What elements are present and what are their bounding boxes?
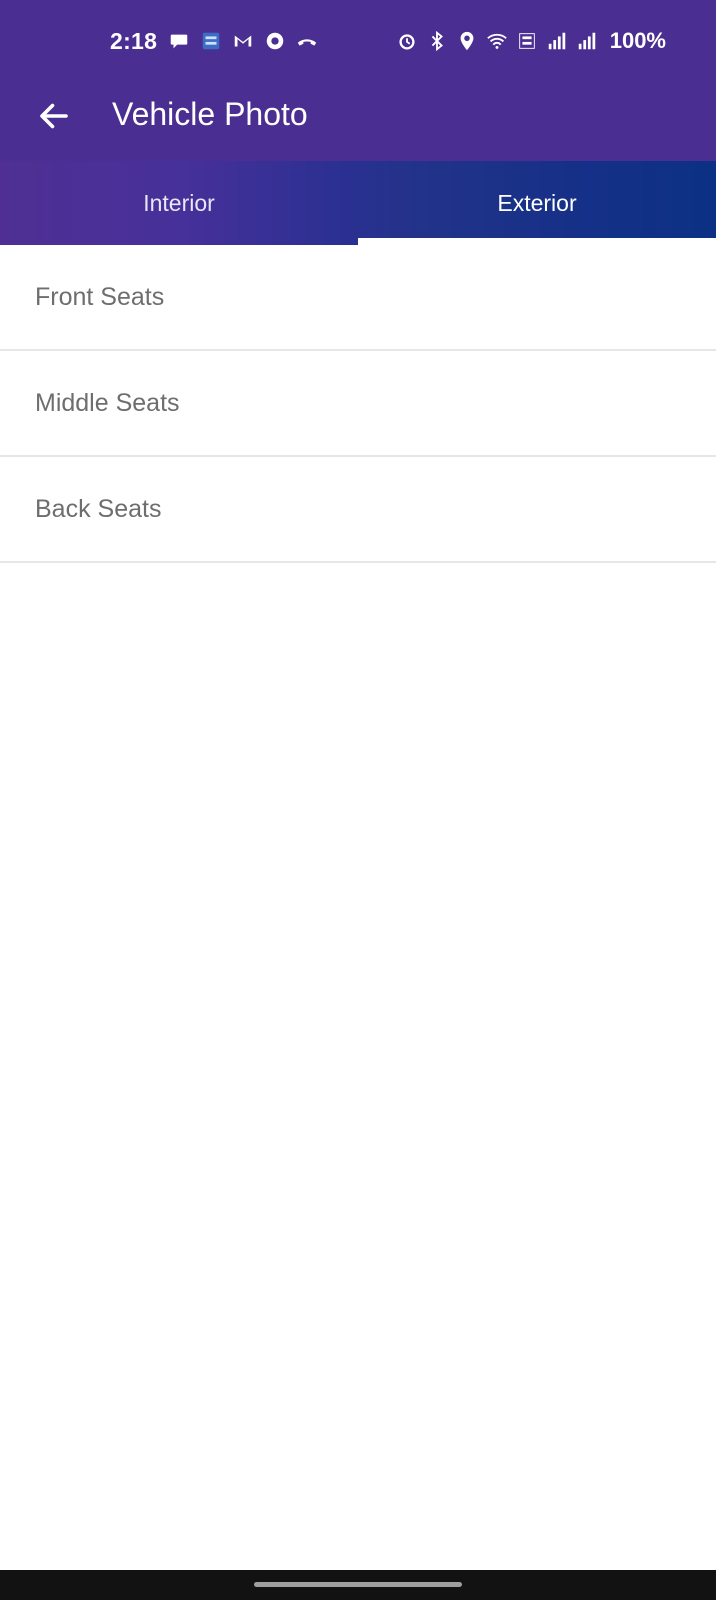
status-time: 2:18 [110, 28, 158, 54]
seat-list: Front Seats Middle Seats Back Seats [0, 245, 716, 563]
notification-icons [168, 30, 318, 52]
phone-screen: 2:18 100% Vehicle Photo Interior Exterio… [0, 0, 716, 1600]
back-arrow-icon [40, 103, 68, 129]
tab-exterior[interactable]: Exterior [358, 161, 716, 245]
app-icon [202, 32, 220, 50]
battery-percentage: 100% [609, 28, 666, 53]
location-icon [460, 31, 474, 51]
system-icons: 100% [396, 28, 666, 54]
alarm-icon [399, 34, 415, 50]
circle-icon [266, 32, 284, 50]
status-bar: 2:18 100% [0, 0, 716, 82]
gmail-icon [234, 35, 252, 47]
list-item-back-seats[interactable]: Back Seats [0, 457, 716, 563]
missed-call-icon [297, 39, 317, 46]
tab-label: Interior [143, 189, 215, 216]
tab-interior[interactable]: Interior [0, 161, 358, 245]
list-item-front-seats[interactable]: Front Seats [0, 245, 716, 351]
home-gesture-handle[interactable] [254, 1582, 462, 1587]
list-item-label: Back Seats [35, 494, 162, 523]
wifi-icon [486, 33, 507, 49]
bluetooth-icon [431, 30, 443, 52]
back-button[interactable] [30, 92, 78, 140]
list-item-middle-seats[interactable]: Middle Seats [0, 351, 716, 457]
page-title: Vehicle Photo [112, 96, 308, 132]
active-tab-indicator [358, 238, 716, 245]
signal-icon [548, 32, 565, 50]
chat-icon [170, 34, 188, 49]
signal-icon [578, 32, 595, 50]
app-bar: Vehicle Photo [0, 82, 716, 161]
tab-bar: Interior Exterior [0, 161, 716, 245]
list-item-label: Front Seats [35, 282, 165, 311]
volte-icon [518, 33, 535, 49]
list-item-label: Middle Seats [35, 388, 180, 417]
tab-label: Exterior [497, 189, 577, 216]
navigation-bar [0, 1570, 716, 1600]
